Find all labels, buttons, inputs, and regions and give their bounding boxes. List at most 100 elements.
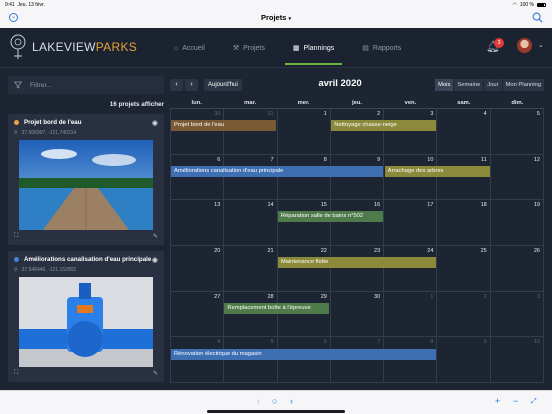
project-color-dot (14, 120, 19, 125)
calendar-day-cell[interactable]: 26 (490, 246, 544, 292)
calendar-event[interactable]: Projet bord de l'eau (171, 120, 276, 131)
calendar-event[interactable]: Maintenance flotte (277, 257, 437, 269)
project-color-dot (14, 257, 19, 262)
calendar-day-cell[interactable]: 9 (330, 154, 385, 201)
calendar-event[interactable]: Rénovation électrique du magasin (171, 348, 437, 360)
calendar-event[interactable]: Améliorations canalisation d'eau princip… (171, 165, 383, 177)
chevron-left-icon[interactable]: ‹ (257, 396, 260, 406)
calendar-day-cell[interactable]: 6 (277, 337, 331, 384)
calendar-day-cell[interactable]: 3 (384, 109, 438, 155)
calendar-day-cell[interactable]: 21 (224, 246, 278, 292)
view-my-planning-button[interactable]: Mon Planning (502, 79, 544, 91)
calendar-day-cell[interactable]: 1 (277, 109, 331, 155)
calendar-day-cell[interactable]: 2 (437, 291, 491, 338)
calendar-event[interactable]: Arrachage des arbres (384, 165, 490, 177)
tools-icon: ⚒ (232, 45, 240, 52)
tab-projets[interactable]: ⚒ Projets (219, 28, 279, 68)
calendar-day-cell[interactable]: 28 (224, 291, 278, 338)
chevron-down-icon[interactable]: ⌄ (538, 41, 544, 49)
calendar-day-cell[interactable]: 7 (224, 154, 278, 201)
calendar-day-cell[interactable]: 15 (277, 200, 331, 247)
calendar-day-cell[interactable]: 13 (171, 200, 225, 247)
edit-icon[interactable]: ✎ (153, 370, 158, 377)
project-card[interactable]: Améliorations canalisation d'eau princip… (8, 251, 164, 382)
add-icon[interactable]: + (495, 396, 500, 406)
calendar-day-cell[interactable]: 30 (330, 291, 385, 338)
report-icon: ▤ (362, 45, 369, 52)
calendar-day-cell[interactable]: 12 (490, 154, 544, 201)
calendar-event[interactable]: Remplacement boîte à l'épreuve (224, 302, 330, 314)
calendar-day-cell[interactable]: 8 (384, 337, 438, 384)
eye-icon[interactable]: ◉ (152, 119, 158, 127)
calendar-day-cell[interactable]: 16 (330, 200, 385, 247)
view-switcher: Mois Semaine Jour Mon Planning (434, 79, 544, 91)
project-card[interactable]: Projet bord de l'eau ◉ ⚲ 37.506997, -121… (8, 114, 164, 245)
tree-logo-icon (10, 34, 26, 59)
calendar-day-cell[interactable]: 5 (224, 337, 278, 384)
weekday-header: lun. mar. mer. jeu. ven. sam. dim. (170, 100, 544, 109)
calendar-day-cell[interactable]: 4 (437, 109, 491, 155)
calendar-day-cell[interactable]: 10 (384, 154, 438, 201)
calendar-day-cell[interactable]: 2 (330, 109, 385, 155)
tab-rapports[interactable]: ▤ Rapports (348, 28, 415, 68)
calendar-day-cell[interactable]: 9 (437, 337, 491, 384)
search-icon[interactable] (532, 12, 543, 23)
calendar-day-cell[interactable]: 3 (490, 291, 544, 338)
edit-icon[interactable]: ✎ (153, 233, 158, 240)
calendar-day-cell[interactable]: 5 (490, 109, 544, 155)
filter-bar (8, 76, 164, 94)
calendar-day-cell[interactable]: 25 (437, 246, 491, 292)
battery-icon (537, 3, 546, 7)
calendar-day-cell[interactable]: 18 (437, 200, 491, 247)
calendar-day-cell[interactable]: 24 (384, 246, 438, 292)
lake-dock-photo[interactable] (19, 140, 153, 230)
calendar-day-cell[interactable]: 29 (277, 291, 331, 338)
chevron-right-icon[interactable]: › (290, 396, 293, 406)
calendar-day-cell[interactable]: 19 (490, 200, 544, 247)
tab-accueil[interactable]: ⌂ Accueil (160, 28, 219, 68)
calendar-day-cell[interactable]: 22 (277, 246, 331, 292)
gallery-icon[interactable]: ⛶ (14, 370, 18, 377)
calendar-day-cell[interactable]: 4 (171, 337, 225, 384)
expand-icon[interactable]: ⤢ (531, 398, 537, 406)
filter-icon[interactable] (14, 81, 22, 89)
gallery-icon[interactable]: ⛶ (14, 233, 18, 240)
calendar-event[interactable]: Réparation salle de bains n°502 (277, 211, 383, 223)
calendar-day-cell[interactable]: 8 (277, 154, 331, 201)
status-time-date: 9:41 Jeu. 13 févr. (5, 2, 45, 8)
calendar-day-cell[interactable]: 20 (171, 246, 225, 292)
calendar-day-cell[interactable]: 14 (224, 200, 278, 247)
calendar-day-cell[interactable]: 11 (437, 154, 491, 201)
calendar-day-cell[interactable]: 31 (224, 109, 278, 155)
view-month-button[interactable]: Mois (435, 79, 454, 91)
calendar-day-cell[interactable]: 30 (171, 109, 225, 155)
calendar-day-cell[interactable]: 17 (384, 200, 438, 247)
avatar[interactable] (517, 38, 532, 53)
main-tabs: ⌂ Accueil ⚒ Projets ▦ Plannings ▤ Rapports (160, 28, 415, 68)
calendar-day-cell[interactable]: 23 (330, 246, 385, 292)
calendar-day-cell[interactable]: 27 (171, 291, 225, 338)
calendar-day-cell[interactable]: 7 (330, 337, 385, 384)
tab-plannings[interactable]: ▦ Plannings (279, 28, 348, 68)
calendar-day-cell[interactable]: 6 (171, 154, 225, 201)
minus-icon[interactable]: − (513, 396, 518, 406)
view-week-button[interactable]: Semaine (454, 79, 484, 91)
calendar-icon: ▦ (292, 45, 300, 52)
weekday-label: ven. (404, 100, 417, 106)
project-coords: 37.506997, -121.740214 (21, 130, 77, 136)
circle-icon[interactable]: ○ (272, 396, 277, 406)
pipe-valve-photo[interactable] (19, 277, 153, 367)
home-indicator (207, 410, 345, 413)
weekday-label: lun. (191, 100, 202, 106)
wifi-icon: ◠ (512, 2, 517, 8)
weekday-label: mar. (244, 100, 257, 106)
nav-title[interactable]: Projets ▾ (0, 13, 552, 22)
calendar: ‹ › Aujourd'hui avril 2020 Mois Semaine … (170, 76, 544, 386)
brand-logo[interactable]: LAKEVIEWPARKS (8, 34, 137, 60)
calendar-event[interactable]: Nettoyage chasse-neige (331, 120, 437, 131)
calendar-day-cell[interactable]: 10 (490, 337, 544, 384)
calendar-day-cell[interactable]: 1 (384, 291, 438, 338)
view-day-button[interactable]: Jour (484, 79, 502, 91)
filter-input[interactable] (30, 81, 150, 89)
eye-icon[interactable]: ◉ (152, 256, 158, 264)
